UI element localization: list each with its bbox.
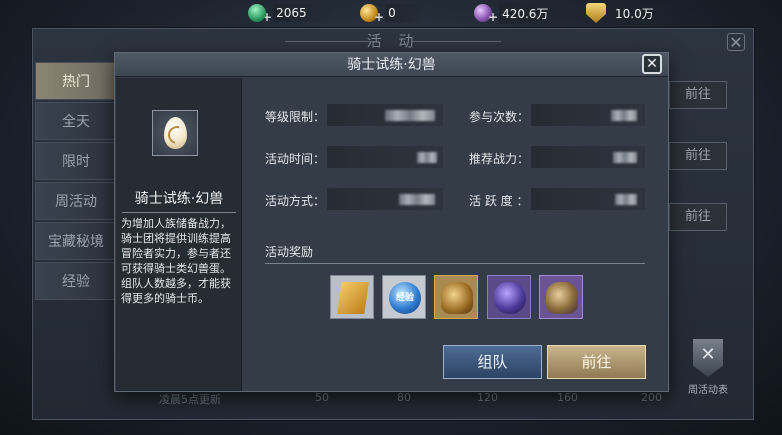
activity-description: 为增加人族储备战力，骑士团将提供训练提高冒险者实力，参与者还可获得骑士类幻兽蛋。… <box>121 217 231 305</box>
recommended-power-value <box>531 146 645 168</box>
resource-gems[interactable]: + 2065 <box>245 1 335 25</box>
activity-summary-panel: 骑士试练·幻兽 为增加人族储备战力，骑士团将提供训练提高冒险者实力，参与者还可获… <box>116 78 242 391</box>
purple-bag-icon <box>546 282 578 314</box>
progress-mark: 80 <box>397 391 411 404</box>
activity-points-value <box>531 188 645 210</box>
tab-all-day[interactable]: 全天 <box>35 102 117 140</box>
close-icon[interactable]: ✕ <box>642 54 662 74</box>
exp-orb-icon: 经验 <box>389 282 421 314</box>
dialog-title: 骑士试练·幻兽 ✕ <box>115 53 668 77</box>
plus-icon: + <box>374 10 385 24</box>
gold-count: 0 <box>385 4 424 22</box>
resource-bar: + 2065 + 0 + 420.6万 10.0万 <box>0 0 782 26</box>
reward-item[interactable] <box>487 275 531 319</box>
participation-count-label: 参与次数： <box>469 110 530 124</box>
progress-mark: 160 <box>557 391 578 404</box>
progress-reset-note: 凌晨5点更新 <box>159 393 221 406</box>
activity-mode-value <box>327 188 443 210</box>
recommended-power-label: 推荐战力： <box>469 152 530 166</box>
gold-bag-icon <box>441 282 473 314</box>
activity-mode-label: 活动方式： <box>265 194 326 208</box>
gem-count: 2065 <box>273 4 335 22</box>
progress-mark: 50 <box>315 391 329 404</box>
purple-stone-icon <box>494 282 526 314</box>
activity-points-label: 活 跃 度 ： <box>469 194 529 208</box>
activity-window-title: 活 动 <box>33 29 753 53</box>
goto-button[interactable]: 前往 <box>669 81 727 109</box>
activity-detail-dialog: 骑士试练·幻兽 ✕ 骑士试练·幻兽 为增加人族储备战力，骑士团将提供训练提高冒险… <box>114 52 669 392</box>
dialog-title-text: 骑士试练·幻兽 <box>347 57 436 73</box>
knight-shield-icon <box>337 282 369 314</box>
activity-tabs: 热门 全天 限时 周活动 宝藏秘境 经验 <box>35 62 117 302</box>
beast-egg-icon <box>164 117 187 149</box>
goto-button[interactable]: 前往 <box>669 142 727 170</box>
activity-icon-frame <box>152 110 198 156</box>
activity-name: 骑士试练·幻兽 <box>122 188 236 213</box>
crossed-swords-icon: ✕ <box>693 339 723 377</box>
reward-item[interactable] <box>330 275 374 319</box>
resource-gold[interactable]: + 0 <box>360 2 424 24</box>
goto-button[interactable]: 前往 <box>669 203 727 231</box>
rewards-title: 活动奖励 <box>265 245 314 259</box>
reward-item[interactable] <box>539 275 583 319</box>
level-limit-value <box>327 104 443 126</box>
level-limit-label: 等级限制： <box>265 110 326 124</box>
power-value: 10.0万 <box>612 2 682 24</box>
go-button[interactable]: 前往 <box>547 345 646 379</box>
reward-item[interactable] <box>434 275 478 319</box>
resource-orb[interactable]: + 420.6万 <box>474 2 577 24</box>
close-icon[interactable]: ✕ <box>727 33 745 52</box>
activity-time-label: 活动时间： <box>265 152 326 166</box>
progress-mark: 200 <box>641 391 662 404</box>
reward-item[interactable]: 经验 <box>382 275 426 319</box>
activity-time-value <box>327 146 443 168</box>
team-up-button[interactable]: 组队 <box>443 345 542 379</box>
progress-mark: 120 <box>477 391 498 404</box>
tab-exp[interactable]: 经验 <box>35 262 117 300</box>
divider <box>265 263 645 264</box>
tab-treasure[interactable]: 宝藏秘境 <box>35 222 117 260</box>
resource-power: 10.0万 <box>586 2 682 24</box>
tab-limited[interactable]: 限时 <box>35 142 117 180</box>
power-shield-icon <box>586 3 606 23</box>
participation-count-value <box>531 104 645 126</box>
tab-weekly[interactable]: 周活动 <box>35 182 117 220</box>
tab-hot[interactable]: 热门 <box>35 62 117 100</box>
orb-count: 420.6万 <box>499 2 577 24</box>
plus-icon: + <box>488 10 499 24</box>
